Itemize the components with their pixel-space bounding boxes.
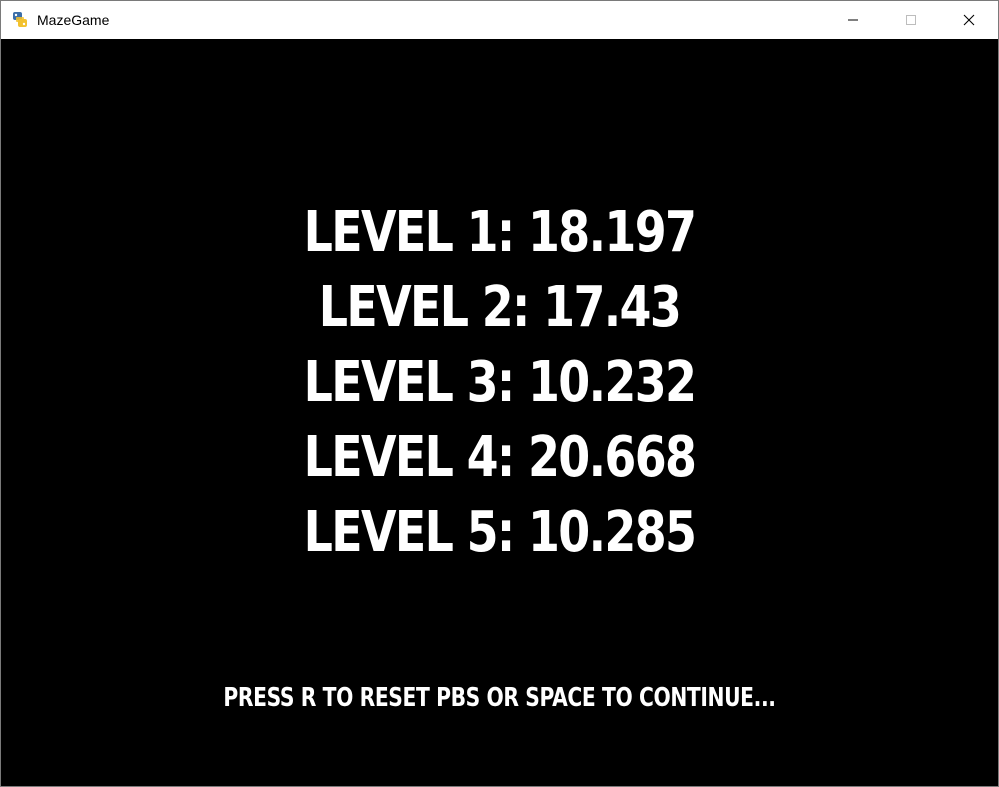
python-snake-icon — [11, 11, 29, 29]
continue-hint: PRESS R TO RESET PBS OR SPACE TO CONTINU… — [223, 683, 776, 713]
level-3-time: LEVEL 3: 10.232 — [303, 350, 697, 415]
personal-best-list: LEVEL 1: 18.197 LEVEL 2: 17.43 LEVEL 3: … — [1, 195, 998, 570]
minimize-button[interactable] — [824, 1, 882, 39]
close-button[interactable] — [940, 1, 998, 39]
level-2-time: LEVEL 2: 17.43 — [318, 275, 682, 340]
window-title: MazeGame — [37, 12, 110, 28]
minimize-icon — [848, 19, 858, 21]
title-bar[interactable]: MazeGame — [1, 1, 998, 39]
app-window: MazeGame LEVEL 1: 18.197 LEVEL 2: 17.43 … — [0, 0, 999, 787]
maximize-button[interactable] — [882, 1, 940, 39]
close-icon — [963, 14, 975, 26]
level-1-time: LEVEL 1: 18.197 — [303, 200, 697, 265]
maximize-icon — [906, 15, 916, 25]
window-controls — [824, 1, 998, 39]
level-4-time: LEVEL 4: 20.668 — [303, 425, 697, 490]
game-canvas[interactable]: LEVEL 1: 18.197 LEVEL 2: 17.43 LEVEL 3: … — [1, 39, 998, 786]
level-5-time: LEVEL 5: 10.285 — [303, 500, 697, 565]
